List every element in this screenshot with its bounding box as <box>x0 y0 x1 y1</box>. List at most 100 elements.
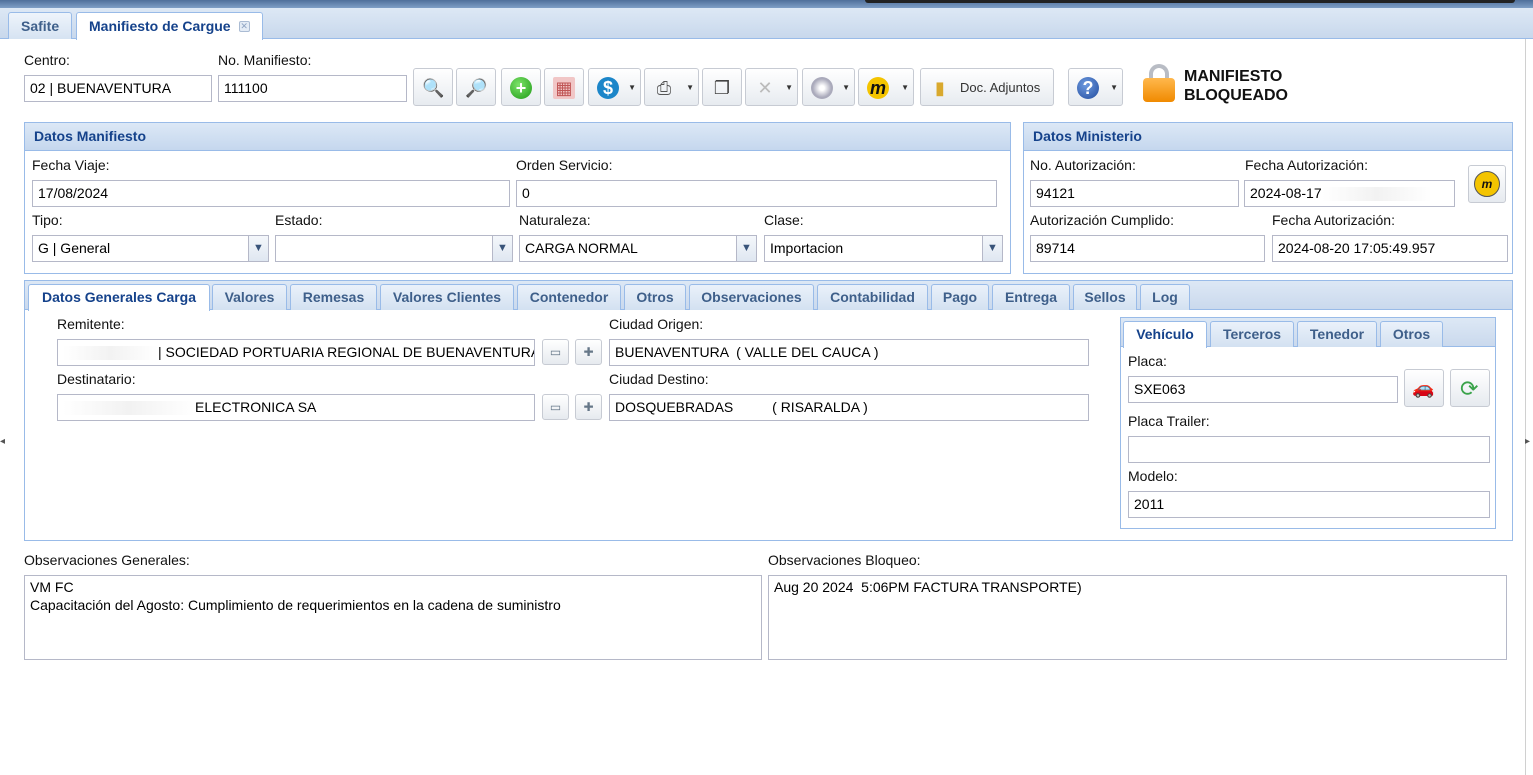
chevron-down-icon[interactable]: ▼ <box>982 236 1002 261</box>
tab-log[interactable]: Log <box>1140 284 1190 310</box>
tab-valores[interactable]: Valores <box>212 284 287 310</box>
tab-pago[interactable]: Pago <box>931 284 989 310</box>
help-button[interactable]: ? ▼ <box>1068 68 1123 106</box>
tab-otros-vehiculo[interactable]: Otros <box>1380 321 1443 347</box>
tab-remesas[interactable]: Remesas <box>290 284 377 310</box>
tab-contabilidad[interactable]: Contabilidad <box>817 284 928 310</box>
search-detail-button[interactable]: 🔎 <box>456 68 496 106</box>
search-button[interactable]: 🔍 <box>413 68 453 106</box>
tipo-select[interactable]: G | General ▼ <box>32 235 269 262</box>
copy-icon: ❐ <box>713 78 731 98</box>
tab-manifiesto-de-cargue[interactable]: Manifiesto de Cargue ✕ <box>76 12 263 40</box>
ciudad-origen-field[interactable]: BUENAVENTURA ( VALLE DEL CAUCA ) <box>609 339 1089 366</box>
tipo-label: Tipo: <box>32 212 63 228</box>
tab-sellos[interactable]: Sellos <box>1073 284 1137 310</box>
destinatario-add-button[interactable]: ✚ <box>575 394 602 420</box>
panel-title: Datos Manifiesto <box>25 123 1010 151</box>
tab-safite[interactable]: Safite <box>8 12 73 39</box>
tab-vehiculo[interactable]: Vehículo <box>1123 321 1207 348</box>
copy-button[interactable]: ❐ <box>702 68 742 106</box>
autorizacion-cumplido-field[interactable]: 89714 <box>1030 235 1265 262</box>
tab-tenedor[interactable]: Tenedor <box>1297 321 1377 347</box>
refresh-icon: ⟳ <box>1460 376 1479 401</box>
observaciones-bloqueo-label: Observaciones Bloqueo: <box>768 552 921 568</box>
chevron-down-icon: ▼ <box>901 83 909 92</box>
remitente-add-button[interactable]: ✚ <box>575 339 602 365</box>
add-person-icon: ✚ <box>583 345 594 359</box>
tab-label: Datos Generales Carga <box>41 289 197 305</box>
observaciones-generales-label: Observaciones Generales: <box>24 552 190 568</box>
tab-label: Contabilidad <box>830 289 915 305</box>
naturaleza-select[interactable]: CARGA NORMAL ▼ <box>519 235 757 262</box>
folder-icon: ▮ <box>935 78 945 98</box>
tab-label: Vehículo <box>1136 326 1194 342</box>
carga-tab-strip: Datos Generales Carga Valores Remesas Va… <box>25 281 1512 311</box>
tab-label: Safite <box>21 18 60 34</box>
estado-select[interactable]: ▼ <box>275 235 513 262</box>
close-icon[interactable]: ✕ <box>238 21 250 32</box>
placa-label: Placa: <box>1128 353 1167 369</box>
vehicle-button[interactable]: 🚗 <box>1404 369 1444 407</box>
window-top-edge <box>865 0 1515 3</box>
fecha-autorizacion-field[interactable]: 2024-08-17 <box>1244 180 1455 207</box>
tab-label: Observaciones <box>701 289 802 305</box>
fecha-viaje-label: Fecha Viaje: <box>32 157 110 173</box>
modelo-field[interactable]: 2011 <box>1128 491 1490 518</box>
add-person-icon: ✚ <box>583 400 594 414</box>
ministerio-button[interactable]: m <box>1468 165 1506 203</box>
print-button[interactable]: ⎙ ▼ <box>644 68 699 106</box>
no-autorizacion-field[interactable]: 94121 <box>1030 180 1239 207</box>
chevron-down-icon[interactable]: ▼ <box>492 236 512 261</box>
orden-servicio-field[interactable]: 0 <box>516 180 997 207</box>
collapse-left-icon[interactable]: ◂ <box>0 436 5 447</box>
chevron-down-icon[interactable]: ▼ <box>248 236 268 261</box>
destinatario-field[interactable]: ELECTRONICA SA <box>57 394 535 421</box>
observaciones-generales-textarea[interactable]: VM FC Capacitación del Agosto: Cumplimie… <box>24 575 762 660</box>
remitente-card-button[interactable]: ▭ <box>542 339 569 365</box>
destinatario-label: Destinatario: <box>57 371 136 387</box>
chevron-down-icon: ▼ <box>1110 83 1118 92</box>
manifiesto-field[interactable]: 111100 <box>218 75 407 102</box>
clase-value: Importacion <box>770 240 844 256</box>
refresh-button[interactable]: ⟳ <box>1450 369 1490 407</box>
orden-servicio-label: Orden Servicio: <box>516 157 613 173</box>
clase-select[interactable]: Importacion ▼ <box>764 235 1003 262</box>
doc-adjuntos-button[interactable]: ▮ Doc. Adjuntos <box>920 68 1054 106</box>
collapse-right-icon[interactable]: ▸ <box>1525 436 1530 447</box>
tab-label: Otros <box>636 289 674 305</box>
autorizacion-cumplido-label: Autorización Cumplido: <box>1030 212 1174 228</box>
chevron-down-icon[interactable]: ▼ <box>736 236 756 261</box>
ministry-logo-icon: m <box>1474 171 1500 197</box>
remitente-field[interactable]: | SOCIEDAD PORTUARIA REGIONAL DE BUENAVE… <box>57 339 535 366</box>
destinatario-value: ELECTRONICA SA <box>195 399 317 415</box>
orden-servicio-value: 0 <box>522 185 530 201</box>
right-scroll-gutter <box>1525 39 1533 775</box>
placa-trailer-field[interactable] <box>1128 436 1490 463</box>
tab-label: Terceros <box>1222 326 1282 342</box>
ciudad-destino-field[interactable]: DOSQUEBRADAS ( RISARALDA ) <box>609 394 1089 421</box>
delete-button[interactable]: ✕ ▼ <box>745 68 798 106</box>
placa-field[interactable]: SXE063 <box>1128 376 1398 403</box>
tooth-icon: ✕ <box>757 78 773 98</box>
tab-datos-generales-carga[interactable]: Datos Generales Carga <box>28 284 210 311</box>
id-card-icon: ▭ <box>549 345 562 359</box>
tab-otros[interactable]: Otros <box>624 284 686 310</box>
disc-button[interactable]: ▼ <box>802 68 855 106</box>
tab-terceros[interactable]: Terceros <box>1210 321 1294 347</box>
fecha-autorizacion2-value: 2024-08-20 17:05:49.957 <box>1278 240 1436 256</box>
fecha-viaje-field[interactable]: 17/08/2024 <box>32 180 510 207</box>
fecha-autorizacion2-field[interactable]: 2024-08-20 17:05:49.957 <box>1272 235 1508 262</box>
destinatario-card-button[interactable]: ▭ <box>542 394 569 420</box>
tab-contenedor[interactable]: Contenedor <box>517 284 621 310</box>
centro-field[interactable]: 02 | BUENAVENTURA <box>24 75 212 102</box>
observaciones-bloqueo-textarea[interactable]: Aug 20 2024 5:06PM FACTURA TRANSPORTE) <box>768 575 1507 660</box>
add-button[interactable]: + <box>501 68 541 106</box>
ministry-user-button[interactable]: m ▼ <box>858 68 914 106</box>
tab-entrega[interactable]: Entrega <box>992 284 1070 310</box>
document-button[interactable]: ▦ <box>544 68 584 106</box>
search-detail-icon: 🔎 <box>465 78 488 98</box>
tab-valores-clientes[interactable]: Valores Clientes <box>380 284 514 310</box>
money-button[interactable]: $ ▼ <box>588 68 641 106</box>
modelo-value: 2011 <box>1134 496 1165 512</box>
tab-observaciones[interactable]: Observaciones <box>689 284 814 310</box>
